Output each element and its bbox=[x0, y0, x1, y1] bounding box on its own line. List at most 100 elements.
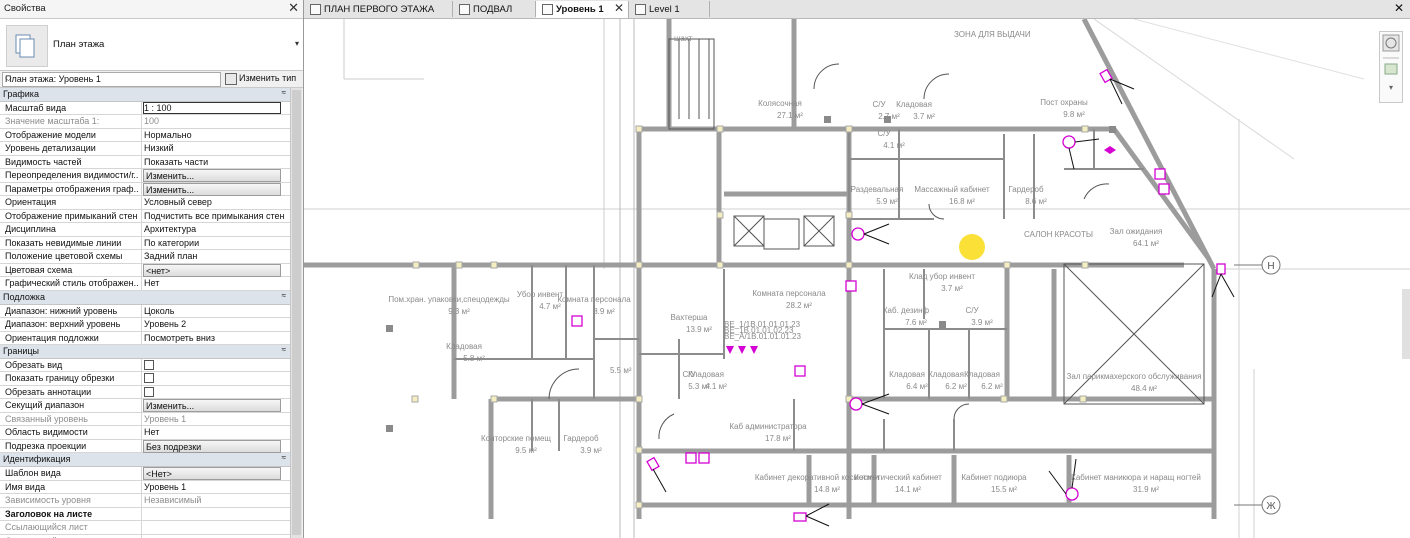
property-value[interactable] bbox=[141, 507, 290, 521]
property-value[interactable]: Посмотреть вниз bbox=[141, 331, 290, 345]
room-area[interactable]: 6.2 м² bbox=[981, 382, 1003, 391]
room-area[interactable]: 8.6 м² bbox=[1025, 197, 1047, 206]
edit-button[interactable]: <нет> bbox=[143, 263, 281, 277]
room-area[interactable]: 4.1 м² bbox=[883, 141, 905, 150]
property-value[interactable] bbox=[141, 385, 290, 399]
property-value[interactable]: По категории bbox=[141, 236, 290, 250]
room-name[interactable]: Косметический кабинет bbox=[854, 473, 942, 482]
checkbox[interactable] bbox=[144, 373, 154, 384]
room-area[interactable]: 6.2 м² bbox=[945, 382, 967, 391]
property-value[interactable]: <нет> bbox=[141, 263, 290, 277]
edit-button[interactable]: Изменить... bbox=[143, 182, 281, 196]
property-value[interactable]: Нет bbox=[141, 277, 290, 290]
tab-level-1-ru[interactable]: Уровень 1 ✕ bbox=[536, 1, 629, 18]
property-value[interactable]: 1 : 100 bbox=[141, 101, 290, 115]
drawing-canvas[interactable]: Н Ж Колясочная 27.1 м² С/У 2.7 м² Кладов… bbox=[304, 19, 1410, 538]
room-area[interactable]: 16.8 м² bbox=[949, 197, 975, 206]
property-value[interactable]: Изменить... bbox=[141, 169, 290, 183]
room-name[interactable]: С/У bbox=[965, 306, 979, 315]
property-value[interactable]: Условный север bbox=[141, 196, 290, 209]
room-name[interactable]: Кабинет подиюра bbox=[961, 473, 1027, 482]
room-area[interactable]: 6.4 м² bbox=[906, 382, 928, 391]
room-area[interactable]: 9.5 м² bbox=[515, 446, 537, 455]
collapse-icon[interactable]: ≈ bbox=[282, 88, 286, 97]
room-name[interactable]: Клад убор инвент bbox=[909, 272, 975, 281]
property-value[interactable]: Без подрезки bbox=[141, 439, 290, 453]
room-name[interactable]: Кладовая bbox=[964, 370, 1000, 379]
checkbox[interactable] bbox=[144, 386, 154, 397]
room-area[interactable]: 5.8 м² bbox=[463, 354, 485, 363]
room-name[interactable]: Гардероб bbox=[1008, 185, 1044, 194]
property-value[interactable]: Уровень 1 bbox=[141, 480, 290, 494]
room-name[interactable]: Кладовая bbox=[446, 342, 482, 351]
room-area[interactable]: 4.1 м² bbox=[705, 382, 727, 391]
property-value[interactable]: Задний план bbox=[141, 250, 290, 263]
property-value[interactable]: Нормально bbox=[141, 128, 290, 142]
property-value[interactable]: Показать части bbox=[141, 155, 290, 169]
room-name[interactable]: Зал ожидания bbox=[1110, 227, 1163, 236]
edit-button[interactable]: <Нет> bbox=[143, 467, 281, 481]
section-header[interactable]: Идентификация ≈ bbox=[0, 453, 290, 468]
room-name[interactable]: Каб администратора bbox=[729, 422, 807, 431]
navigation-bar[interactable]: ▾ bbox=[1379, 31, 1403, 103]
section-header[interactable]: Графика ≈ bbox=[0, 88, 290, 102]
room-area[interactable]: 7.6 м² bbox=[905, 318, 927, 327]
room-area[interactable]: 31.9 м² bbox=[1133, 485, 1159, 494]
property-value[interactable]: Изменить... bbox=[141, 182, 290, 196]
edit-button[interactable]: Изменить... bbox=[143, 399, 281, 413]
room-area[interactable]: 13.9 м² bbox=[686, 325, 712, 334]
room-area[interactable]: 2.7 м² bbox=[878, 112, 900, 121]
tab-basement[interactable]: ПОДВАЛ bbox=[453, 1, 536, 17]
tab-plan-first-floor[interactable]: ПЛАН ПЕРВОГО ЭТАЖА bbox=[304, 1, 453, 17]
room-name[interactable]: Массажный кабинет bbox=[914, 185, 990, 194]
room-area[interactable]: 14.1 м² bbox=[895, 485, 921, 494]
collapse-icon[interactable]: ≈ bbox=[282, 345, 286, 354]
room-area[interactable]: 48.4 м² bbox=[1131, 384, 1157, 393]
collapse-icon[interactable]: ≈ bbox=[282, 453, 286, 462]
room-name[interactable]: Комната персонала bbox=[752, 289, 826, 298]
property-value[interactable]: Изменить... bbox=[141, 399, 290, 413]
section-header[interactable]: Подложка ≈ bbox=[0, 290, 290, 305]
room-name[interactable]: Зал парикмахерского обслуживания bbox=[1067, 372, 1202, 381]
room-area[interactable]: 3.7 м² bbox=[941, 284, 963, 293]
canvas-scrollbar[interactable] bbox=[1402, 289, 1410, 359]
properties-scrollbar[interactable] bbox=[290, 88, 302, 538]
chevron-down-icon[interactable]: ⌵ bbox=[5, 73, 217, 84]
property-value[interactable]: Нет bbox=[141, 426, 290, 439]
property-value[interactable]: Уровень 2 bbox=[141, 318, 290, 331]
property-value[interactable] bbox=[141, 358, 290, 372]
edit-button[interactable]: Без подрезки bbox=[143, 439, 281, 453]
room-name[interactable]: Кладовая bbox=[896, 100, 932, 109]
room-name[interactable]: Колясочная bbox=[758, 99, 802, 108]
room-name[interactable]: Пом.хран. упаковки,спецодежды bbox=[388, 295, 510, 304]
room-name[interactable]: Каб. дезинф bbox=[883, 306, 930, 315]
room-area[interactable]: 3.9 м² bbox=[971, 318, 993, 327]
section-header[interactable]: Границы ≈ bbox=[0, 345, 290, 359]
checkbox[interactable] bbox=[144, 359, 154, 370]
room-name[interactable]: Конторские помещ bbox=[481, 434, 551, 443]
tab-close-icon[interactable]: ✕ bbox=[614, 1, 624, 15]
room-name[interactable]: С/У bbox=[877, 129, 891, 138]
room-name[interactable]: Кладовая bbox=[928, 370, 964, 379]
room-name[interactable]: Комната персонала bbox=[557, 295, 631, 304]
room-name[interactable]: Пост охраны bbox=[1040, 98, 1088, 107]
room-name[interactable]: С/У bbox=[872, 100, 886, 109]
room-area[interactable]: 64.1 м² bbox=[1133, 239, 1159, 248]
type-selector[interactable]: План этажа ▾ bbox=[0, 19, 303, 71]
property-value[interactable]: Низкий bbox=[141, 142, 290, 155]
property-value[interactable]: <Нет> bbox=[141, 467, 290, 481]
property-value[interactable]: Подчистить все примыкания стен bbox=[141, 209, 290, 223]
room-name[interactable]: Кладовая bbox=[889, 370, 925, 379]
properties-close-icon[interactable]: ✕ bbox=[288, 0, 299, 16]
room-area[interactable]: 14.8 м² bbox=[814, 485, 840, 494]
property-value[interactable] bbox=[141, 372, 290, 385]
room-area[interactable]: 17.8 м² bbox=[765, 434, 791, 443]
property-value[interactable]: Архитектура bbox=[141, 223, 290, 236]
room-name[interactable]: Раздевальная bbox=[851, 185, 904, 194]
room-area[interactable]: 8.9 м² bbox=[593, 307, 615, 316]
room-name[interactable]: Кабинет маникюра и наращ ногтей bbox=[1071, 473, 1201, 482]
room-name[interactable]: Гардероб bbox=[563, 434, 599, 443]
scrollbar-thumb[interactable] bbox=[292, 90, 301, 535]
room-area[interactable]: 3.9 м² bbox=[580, 446, 602, 455]
room-area[interactable]: 27.1 м² bbox=[777, 111, 803, 120]
